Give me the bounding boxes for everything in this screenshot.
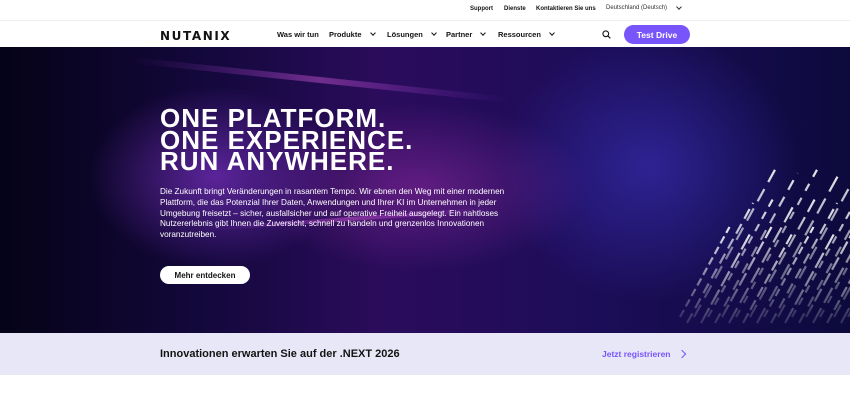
nav-item-partner[interactable]: Partner bbox=[446, 30, 487, 39]
hero-description: Die Zukunft bringt Veränderungen in rasa… bbox=[160, 187, 505, 240]
chevron-down-icon bbox=[431, 30, 437, 36]
language-label: Deutschland (Deutsch) bbox=[606, 5, 668, 11]
nav-item-label: Was wir tun bbox=[277, 30, 319, 39]
search-icon[interactable] bbox=[602, 30, 611, 39]
hero-section: ONE PLATFORM. ONE EXPERIENCE. RUN ANYWHE… bbox=[0, 47, 850, 333]
nav-item-label: Lösungen bbox=[387, 30, 423, 39]
test-drive-button[interactable]: Test Drive bbox=[624, 25, 690, 44]
hero-title: ONE PLATFORM. ONE EXPERIENCE. RUN ANYWHE… bbox=[160, 105, 413, 176]
support-link[interactable]: Support bbox=[470, 6, 493, 12]
hero-stripe bbox=[679, 226, 731, 318]
nav-item-produkte[interactable]: Produkte bbox=[329, 30, 376, 39]
hero-stripe bbox=[686, 202, 754, 324]
chevron-down-icon bbox=[676, 4, 682, 10]
services-link[interactable]: Dienste bbox=[504, 6, 526, 12]
chevron-right-icon bbox=[677, 349, 686, 359]
chevron-down-icon bbox=[369, 30, 376, 36]
nav-item-loesungen[interactable]: Lösungen bbox=[387, 30, 437, 39]
register-link-label: Jetzt registrieren bbox=[602, 349, 671, 359]
banner-text: Innovationen erwarten Sie auf der .NEXT … bbox=[160, 348, 400, 360]
chevron-down-icon bbox=[480, 30, 487, 36]
chevron-down-icon bbox=[549, 30, 555, 36]
register-link[interactable]: Jetzt registrieren bbox=[602, 349, 686, 359]
nutanix-logo[interactable]: NUTANIX bbox=[160, 29, 231, 43]
nav-item-ressourcen[interactable]: Ressourcen bbox=[498, 30, 555, 39]
nav-item-was-wir-tun[interactable]: Was wir tun bbox=[277, 30, 319, 39]
nav-item-label: Ressourcen bbox=[498, 30, 541, 39]
next-event-banner: Innovationen erwarten Sie auf der .NEXT … bbox=[0, 333, 850, 375]
hero-title-line: RUN ANYWHERE. bbox=[160, 146, 395, 176]
nav-item-label: Produkte bbox=[329, 30, 362, 39]
nav-item-label: Partner bbox=[446, 30, 473, 39]
contact-link[interactable]: Kontaktieren Sie uns bbox=[536, 6, 596, 12]
hero-stripe bbox=[742, 232, 794, 324]
language-select[interactable]: Deutschland (Deutsch) bbox=[606, 4, 682, 11]
mehr-entdecken-button[interactable]: Mehr entdecken bbox=[160, 266, 250, 284]
main-nav: NUTANIX Was wir tun Produkte Lösungen Pa… bbox=[0, 20, 850, 47]
utility-bar: Support Dienste Kontaktieren Sie uns Deu… bbox=[0, 0, 850, 20]
